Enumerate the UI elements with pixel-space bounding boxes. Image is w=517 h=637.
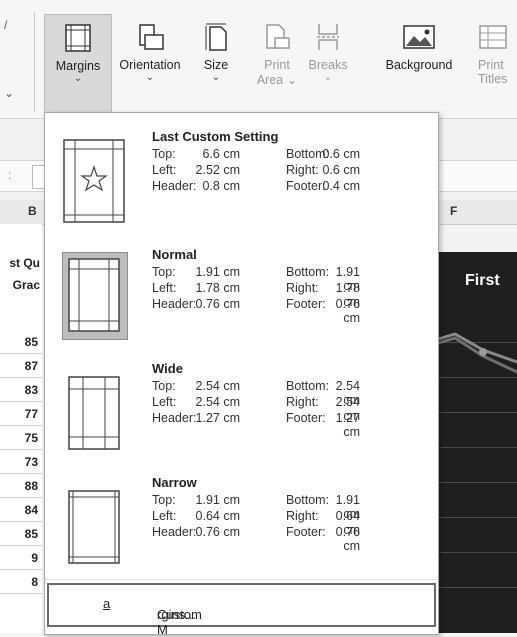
page-thumbnail-icon: [68, 376, 120, 450]
margins-icon: [65, 24, 91, 52]
print-area-icon: [266, 24, 290, 49]
left-value: 1.78 cm: [195, 281, 240, 295]
chevron-down-icon: ⌄: [211, 72, 221, 83]
grade-cell[interactable]: 84: [0, 498, 42, 522]
grade-cell[interactable]: 88: [0, 474, 42, 498]
grade-cell[interactable]: 85: [0, 522, 42, 546]
background-button[interactable]: Background: [372, 14, 466, 112]
ribbon-left-fragment: /: [4, 18, 8, 32]
top-value: 1.91 cm: [195, 493, 240, 507]
size-button[interactable]: Size ⌄: [193, 14, 239, 112]
size-icon: [205, 23, 227, 51]
chevron-down-icon: ⌄: [286, 73, 298, 87]
print-titles-icon: [479, 25, 507, 49]
header-value: 0.8 cm: [202, 179, 240, 193]
print-area-label: Print: [264, 58, 290, 72]
footer-value: 1.27 cm: [335, 411, 360, 439]
footer-value: 0.4 cm: [322, 179, 360, 193]
option-name: Normal: [152, 247, 197, 262]
margins-label: Margins: [55, 59, 101, 73]
footer-value: 0.76 cm: [335, 297, 360, 325]
top-value: 1.91 cm: [195, 265, 240, 279]
custom-margins-label: Custom Ma rgins...: [103, 596, 202, 637]
background-label: Background: [385, 58, 453, 72]
breaks-button[interactable]: Breaks ⌄: [305, 14, 351, 112]
ribbon-separator: [34, 12, 35, 112]
bottom-value: 0.6 cm: [322, 147, 360, 161]
grade-cell[interactable]: 87: [0, 354, 42, 378]
column-header-f[interactable]: F: [450, 204, 457, 218]
top-value: 6.6 cm: [202, 147, 240, 161]
right-value: 0.6 cm: [322, 163, 360, 177]
chevron-down-icon: ⌄: [73, 73, 83, 84]
background-icon: [403, 25, 435, 49]
grade-cell[interactable]: 77: [0, 402, 42, 426]
margins-dropdown-menu: Last Custom Setting Top: 6.6 cm Bottom: …: [44, 112, 439, 637]
grade-cell[interactable]: 75: [0, 426, 42, 450]
margin-option-wide[interactable]: Wide Top: 2.54 cm Bottom: 2.54 cm Left: …: [45, 353, 438, 467]
left-value: 2.52 cm: [195, 163, 240, 177]
column-header-b[interactable]: B: [28, 204, 37, 218]
header-value: 0.76 cm: [195, 525, 240, 539]
chevron-down-icon: ⌄: [145, 72, 155, 83]
margin-option-normal[interactable]: Normal Top: 1.91 cm Bottom: 1.91 cm Left…: [45, 239, 438, 353]
formula-fragment: :: [8, 168, 12, 182]
header-value: 1.27 cm: [195, 411, 240, 425]
page-thumbnail-icon: [63, 139, 125, 223]
size-label: Size: [203, 58, 229, 72]
grade-cell[interactable]: 85: [0, 330, 42, 354]
grade-cell[interactable]: 73: [0, 450, 42, 474]
option-name: Last Custom Setting: [152, 129, 279, 144]
header-value: 0.76 cm: [195, 297, 240, 311]
print-area-label-text: Area: [256, 73, 284, 87]
print-titles-label-2: Titles: [478, 72, 508, 86]
margin-option-narrow[interactable]: Narrow Top: 1.91 cm Bottom: 1.91 cm Left…: [45, 465, 438, 579]
print-titles-button[interactable]: Print Titles: [474, 14, 517, 112]
print-area-label-2: Area ⌄: [255, 72, 299, 87]
ribbon: / ⌄ Margins ⌄ Orientation ⌄ Size ⌄ Print…: [0, 0, 517, 119]
breaks-label: Breaks: [308, 58, 348, 72]
grade-header-cell[interactable]: st Qu Grac: [0, 252, 42, 296]
orientation-button[interactable]: Orientation ⌄: [113, 14, 187, 112]
ribbon-left-fragment-2: ⌄: [4, 86, 15, 100]
option-name: Narrow: [152, 475, 197, 490]
top-value: 2.54 cm: [195, 379, 240, 393]
grade-header-line1: st Qu: [9, 256, 40, 270]
footer-value: 0.76 cm: [335, 525, 360, 553]
menu-divider: [45, 579, 438, 580]
option-name: Wide: [152, 361, 183, 376]
orientation-label: Orientation: [119, 58, 181, 72]
custom-label-post: rgins...: [157, 607, 197, 622]
print-area-button[interactable]: Print Area ⌄: [255, 14, 299, 112]
custom-margins-button[interactable]: Custom Ma rgins...: [47, 583, 436, 637]
custom-label-accesskey: a: [103, 596, 111, 611]
breaks-icon: [317, 24, 339, 50]
print-titles-label: Print: [478, 58, 504, 72]
margin-option-last-custom[interactable]: Last Custom Setting Top: 6.6 cm Bottom: …: [45, 119, 438, 233]
page-thumbnail-icon: [68, 490, 120, 564]
left-value: 0.64 cm: [195, 509, 240, 523]
margins-button[interactable]: Margins ⌄: [44, 14, 112, 114]
left-value: 2.54 cm: [195, 395, 240, 409]
grade-header-line2: Grac: [12, 278, 40, 292]
grade-cell[interactable]: 8: [0, 570, 42, 594]
grade-cell[interactable]: 83: [0, 378, 42, 402]
orientation-icon: [139, 24, 164, 50]
page-thumbnail-icon: [68, 258, 120, 332]
chevron-down-icon: ⌄: [323, 72, 333, 83]
grade-cell[interactable]: 9: [0, 546, 42, 570]
